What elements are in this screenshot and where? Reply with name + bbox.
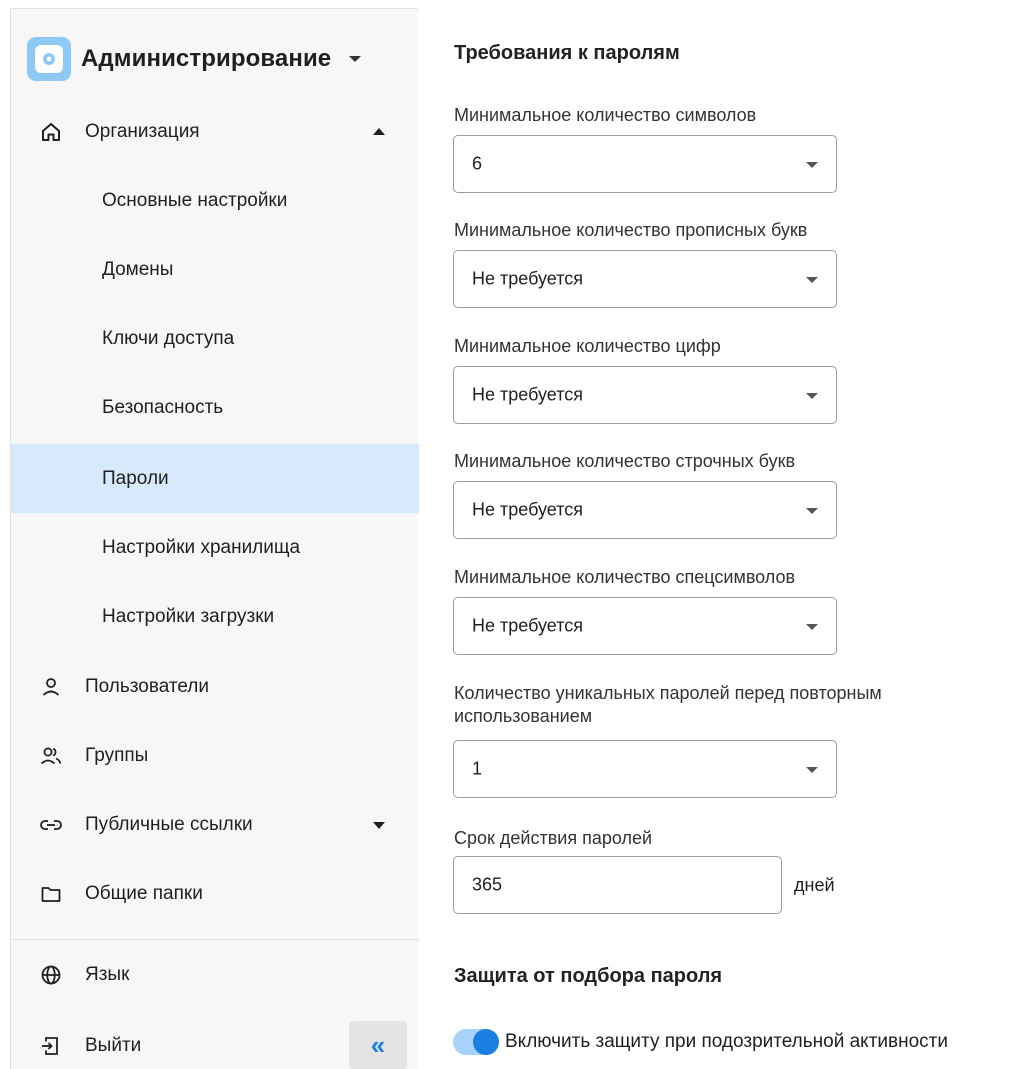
- field-label-min-uppercase: Минимальное количество прописных букв: [454, 220, 808, 240]
- field-label-min-special: Минимальное количество спецсимволов: [454, 567, 796, 587]
- globe-icon: [39, 963, 63, 987]
- sidebar-item-label: Безопасность: [102, 396, 224, 418]
- chevron-down-icon: [806, 162, 818, 168]
- sidebar-item-label: Ключи доступа: [102, 327, 235, 349]
- min-digits-select[interactable]: Не требуется: [453, 366, 837, 424]
- select-value: Не требуется: [472, 384, 583, 405]
- chevron-down-icon: [349, 56, 362, 62]
- sidebar-item-label: Настройки загрузки: [102, 605, 275, 627]
- chevron-down-icon: [806, 393, 818, 399]
- sidebar-item-users[interactable]: Пользователи: [11, 652, 419, 721]
- field-label-line: Количество уникальных паролей перед повт…: [454, 683, 882, 703]
- sidebar-item-label: Публичные ссылки: [85, 813, 253, 835]
- select-value: 6: [472, 153, 483, 174]
- sidebar-item-label: Организация: [85, 120, 200, 142]
- sidebar-item-label: Выйти: [85, 1034, 142, 1056]
- password-settings-panel: Требования к паролям Минимальное количес…: [418, 0, 1024, 1069]
- home-icon: [39, 120, 63, 144]
- sidebar-item-security[interactable]: Безопасность: [11, 373, 419, 442]
- field-label-min-length: Минимальное количество символов: [454, 105, 757, 125]
- double-chevron-left-icon: «: [370, 1029, 386, 1060]
- app-switcher[interactable]: Администрирование: [27, 37, 362, 81]
- password-expiry-input[interactable]: 365: [453, 856, 782, 914]
- section-title-password-requirements: Требования к паролям: [454, 42, 680, 64]
- app-title: Администрирование: [81, 45, 332, 72]
- field-label-min-digits: Минимальное количество цифр: [454, 336, 721, 356]
- sidebar-item-access-keys[interactable]: Ключи доступа: [11, 304, 419, 373]
- sidebar-item-label: Общие папки: [85, 882, 203, 904]
- unique-passwords-select[interactable]: 1: [453, 740, 837, 798]
- sidebar-item-label: Основные настройки: [102, 189, 288, 211]
- sidebar-item-upload-settings[interactable]: Настройки загрузки: [11, 582, 419, 651]
- sidebar: Администрирование Организация Основные н…: [10, 8, 419, 1069]
- collapse-sidebar-button[interactable]: «: [349, 1021, 407, 1069]
- brute-force-protection-toggle[interactable]: [453, 1029, 499, 1055]
- sidebar-item-groups[interactable]: Группы: [11, 721, 419, 790]
- section-title-brute-force-protection: Защита от подбора пароля: [454, 965, 723, 987]
- sidebar-item-label: Группы: [85, 744, 149, 766]
- select-value: Не требуется: [472, 268, 583, 289]
- sidebar-item-public-links[interactable]: Публичные ссылки: [11, 790, 419, 859]
- field-label-password-expiry: Срок действия паролей: [454, 828, 653, 848]
- select-value: 1: [472, 758, 483, 779]
- select-value: Не требуется: [472, 615, 583, 636]
- min-uppercase-select[interactable]: Не требуется: [453, 250, 837, 308]
- sidebar-item-label: Домены: [102, 258, 174, 280]
- sidebar-item-language[interactable]: Язык: [11, 940, 419, 1009]
- sidebar-item-label: Настройки хранилища: [102, 536, 301, 558]
- toggle-knob: [473, 1029, 499, 1055]
- sidebar-item-label: Пользователи: [85, 675, 210, 697]
- field-label-line: использованием: [454, 706, 593, 726]
- min-special-select[interactable]: Не требуется: [453, 597, 837, 655]
- sidebar-item-domains[interactable]: Домены: [11, 235, 419, 304]
- logout-icon: [39, 1034, 63, 1058]
- chevron-down-icon: [806, 508, 818, 514]
- toggle-label: Включить защиту при подозрительной актив…: [505, 1031, 948, 1052]
- select-value: Не требуется: [472, 499, 583, 520]
- sidebar-item-label: Пароли: [102, 467, 169, 489]
- sidebar-item-label: Язык: [85, 963, 130, 985]
- sidebar-item-general-settings[interactable]: Основные настройки: [11, 166, 419, 235]
- chevron-down-icon: [806, 277, 818, 283]
- expiry-unit-label: дней: [794, 875, 835, 895]
- caret-down-icon: [373, 821, 385, 829]
- sidebar-item-organization[interactable]: Организация: [11, 97, 419, 166]
- min-length-select[interactable]: 6: [453, 135, 837, 193]
- min-lowercase-select[interactable]: Не требуется: [453, 481, 837, 539]
- link-icon: [39, 813, 63, 837]
- caret-up-icon: [373, 127, 385, 135]
- field-label-min-lowercase: Минимальное количество строчных букв: [454, 451, 796, 471]
- app-logo: [27, 37, 71, 81]
- gear-icon: [43, 53, 55, 65]
- sidebar-item-passwords[interactable]: Пароли: [11, 444, 419, 513]
- chevron-down-icon: [806, 767, 818, 773]
- sidebar-item-storage-settings[interactable]: Настройки хранилища: [11, 513, 419, 582]
- input-value: 365: [472, 874, 503, 895]
- chevron-down-icon: [806, 624, 818, 630]
- users-group-icon: [39, 744, 63, 768]
- sidebar-item-shared-folders[interactable]: Общие папки: [11, 859, 419, 928]
- field-label-unique-passwords: Количество уникальных паролей перед повт…: [454, 682, 882, 728]
- user-icon: [39, 675, 63, 699]
- folder-icon: [39, 882, 63, 906]
